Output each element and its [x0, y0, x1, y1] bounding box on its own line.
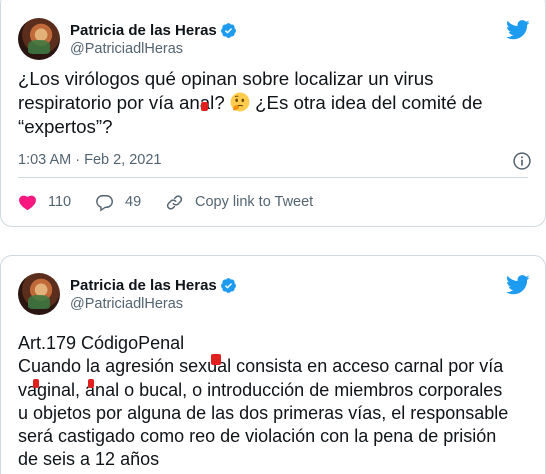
- redaction-mark: [88, 379, 94, 388]
- author-handle[interactable]: @PatriciadlHeras: [70, 295, 237, 314]
- author-name[interactable]: Patricia de las Heras: [70, 21, 217, 40]
- tweet-actions: 110 49 Copy link to Tweet: [18, 191, 530, 213]
- tweet-card[interactable]: Patricia de las Heras @PatriciadlHeras A…: [0, 255, 546, 474]
- redaction-mark: [211, 354, 221, 365]
- copy-link-label: Copy link to Tweet: [195, 194, 314, 210]
- twitter-logo-icon[interactable]: [506, 275, 530, 295]
- reply-button[interactable]: 49: [95, 191, 141, 213]
- author-block[interactable]: Patricia de las Heras @PatriciadlHeras: [70, 276, 237, 314]
- like-count: 110: [48, 194, 72, 210]
- reply-count: 49: [125, 194, 142, 210]
- tweet-meta: 1:03 AM · Feb 2, 2021: [18, 151, 532, 171]
- tweet-card[interactable]: Patricia de las Heras @PatriciadlHeras ¿…: [0, 0, 546, 227]
- redaction-mark: [201, 102, 208, 111]
- tweet-text: ¿Los virólogos qué opinan sobre localiza…: [18, 67, 533, 139]
- author-block[interactable]: Patricia de las Heras @PatriciadlHeras: [70, 21, 237, 59]
- divider: [18, 177, 528, 178]
- thinking-face-emoji-icon: [230, 92, 250, 112]
- like-button[interactable]: 110: [18, 191, 71, 213]
- tweet-text: Art.179 CódigoPenal Cuando la agresión s…: [18, 333, 509, 470]
- author-handle[interactable]: @PatriciadlHeras: [70, 40, 237, 59]
- tweet-timestamp[interactable]: 1:03 AM · Feb 2, 2021: [18, 152, 161, 168]
- tweet-header: Patricia de las Heras @PatriciadlHeras: [18, 273, 530, 317]
- reply-icon: [96, 194, 113, 211]
- info-icon[interactable]: [512, 151, 532, 171]
- tweet-header: Patricia de las Heras @PatriciadlHeras: [18, 18, 530, 62]
- heart-icon: [19, 195, 36, 210]
- twitter-logo-icon[interactable]: [506, 20, 530, 40]
- copy-link-button[interactable]: Copy link to Tweet: [165, 191, 313, 213]
- author-name[interactable]: Patricia de las Heras: [70, 276, 217, 295]
- link-icon: [166, 194, 183, 210]
- avatar[interactable]: [18, 273, 60, 315]
- redaction-mark: [33, 379, 39, 388]
- verified-badge-icon: [220, 278, 236, 293]
- avatar[interactable]: [18, 18, 60, 60]
- verified-badge-icon: [220, 23, 236, 38]
